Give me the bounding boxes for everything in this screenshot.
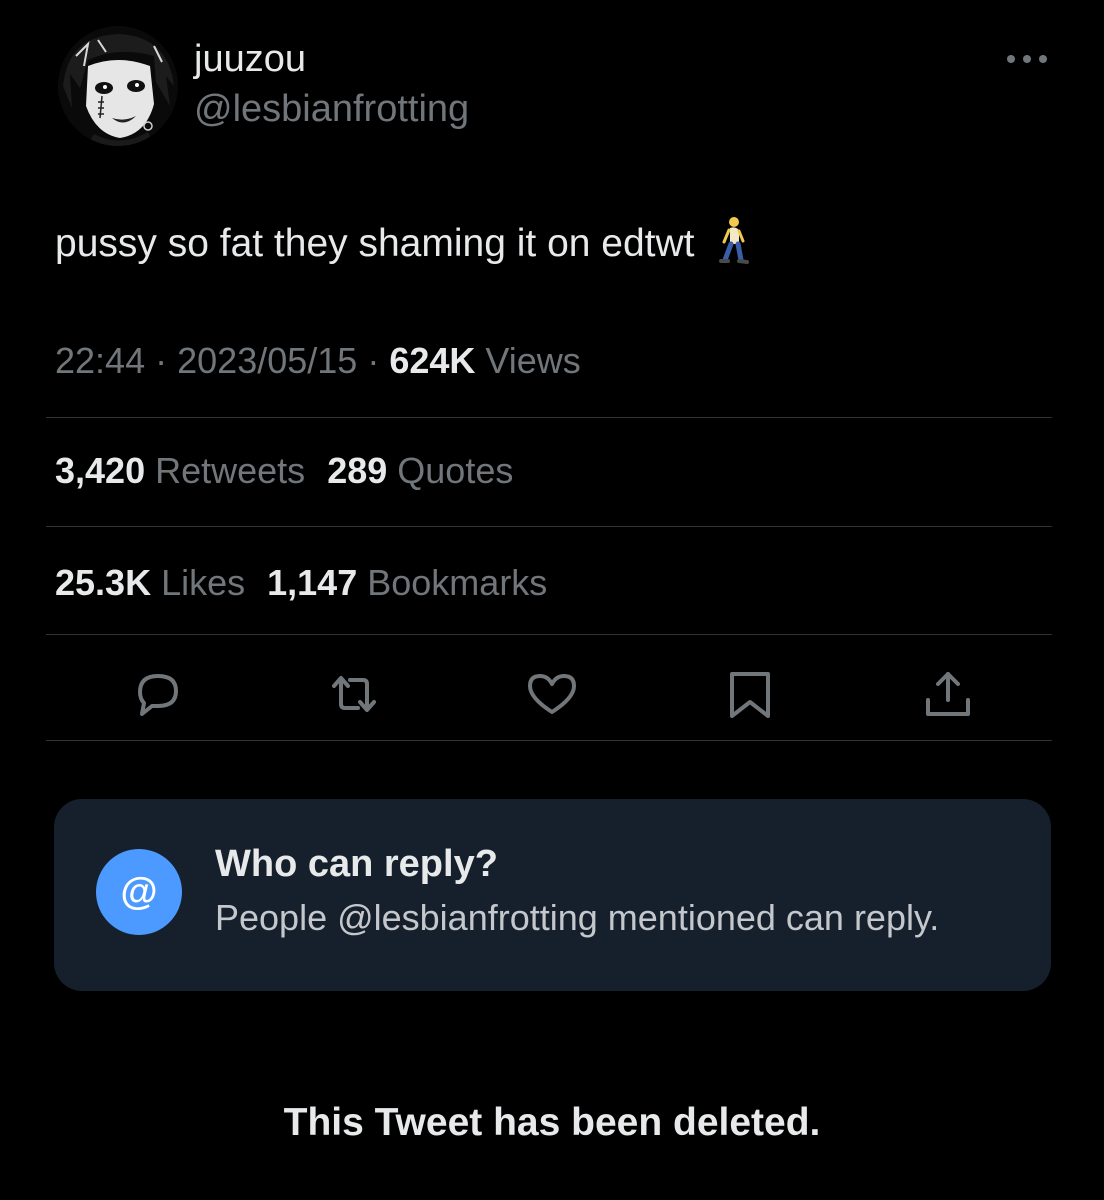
likes-stat[interactable]: 25.3K Likes <box>55 562 245 603</box>
meta-separator: · <box>155 340 168 381</box>
stats-row-likes: 25.3K Likes 1,147 Bookmarks <box>55 562 547 604</box>
anime-avatar-icon <box>58 26 178 146</box>
tweet-body: pussy so fat they shaming it on edtwt <box>55 222 695 265</box>
tweet-date: 2023/05/15 <box>177 340 358 381</box>
quotes-label: Quotes <box>397 450 514 491</box>
at-sign-icon: @ <box>96 849 182 935</box>
retweet-icon[interactable] <box>326 666 382 722</box>
deleted-notice: This Tweet has been deleted. <box>283 1101 821 1144</box>
meta-separator: · <box>367 340 380 381</box>
person-walking-emoji-icon <box>715 216 753 266</box>
reply-icon[interactable] <box>130 666 186 722</box>
quotes-stat[interactable]: 289 Quotes <box>327 450 513 491</box>
tweet-meta: 22:44 · 2023/05/15 · 624K Views <box>55 340 581 382</box>
tweet-text: pussy so fat they shaming it on edtwt <box>55 216 753 266</box>
bookmarks-stat[interactable]: 1,147 Bookmarks <box>267 562 547 603</box>
bookmarks-label: Bookmarks <box>367 562 548 603</box>
like-icon[interactable] <box>524 666 580 722</box>
divider <box>46 740 1052 741</box>
tweet-time: 22:44 <box>55 340 146 381</box>
divider <box>46 634 1052 635</box>
divider <box>46 417 1052 418</box>
views-label: Views <box>485 340 581 381</box>
quotes-count: 289 <box>327 450 388 491</box>
retweets-stat[interactable]: 3,420 Retweets <box>55 450 305 491</box>
likes-count: 25.3K <box>55 562 152 603</box>
stats-row-retweets: 3,420 Retweets 289 Quotes <box>55 450 513 492</box>
share-icon[interactable] <box>920 666 976 722</box>
views-count: 624K <box>389 340 476 381</box>
bookmarks-count: 1,147 <box>267 562 358 603</box>
divider <box>46 526 1052 527</box>
avatar[interactable] <box>58 26 178 146</box>
reply-restriction-title: Who can reply? <box>215 843 498 885</box>
user-handle[interactable]: @lesbianfrotting <box>194 88 469 131</box>
bookmark-icon[interactable] <box>722 666 778 722</box>
reply-restriction-text: People @lesbianfrotting mentioned can re… <box>215 897 940 938</box>
reply-restriction-box: @ Who can reply? People @lesbianfrotting… <box>54 799 1051 991</box>
retweets-label: Retweets <box>155 450 306 491</box>
retweets-count: 3,420 <box>55 450 146 491</box>
likes-label: Likes <box>161 562 246 603</box>
more-options-icon[interactable] <box>1002 46 1052 72</box>
display-name[interactable]: juuzou <box>194 38 306 81</box>
